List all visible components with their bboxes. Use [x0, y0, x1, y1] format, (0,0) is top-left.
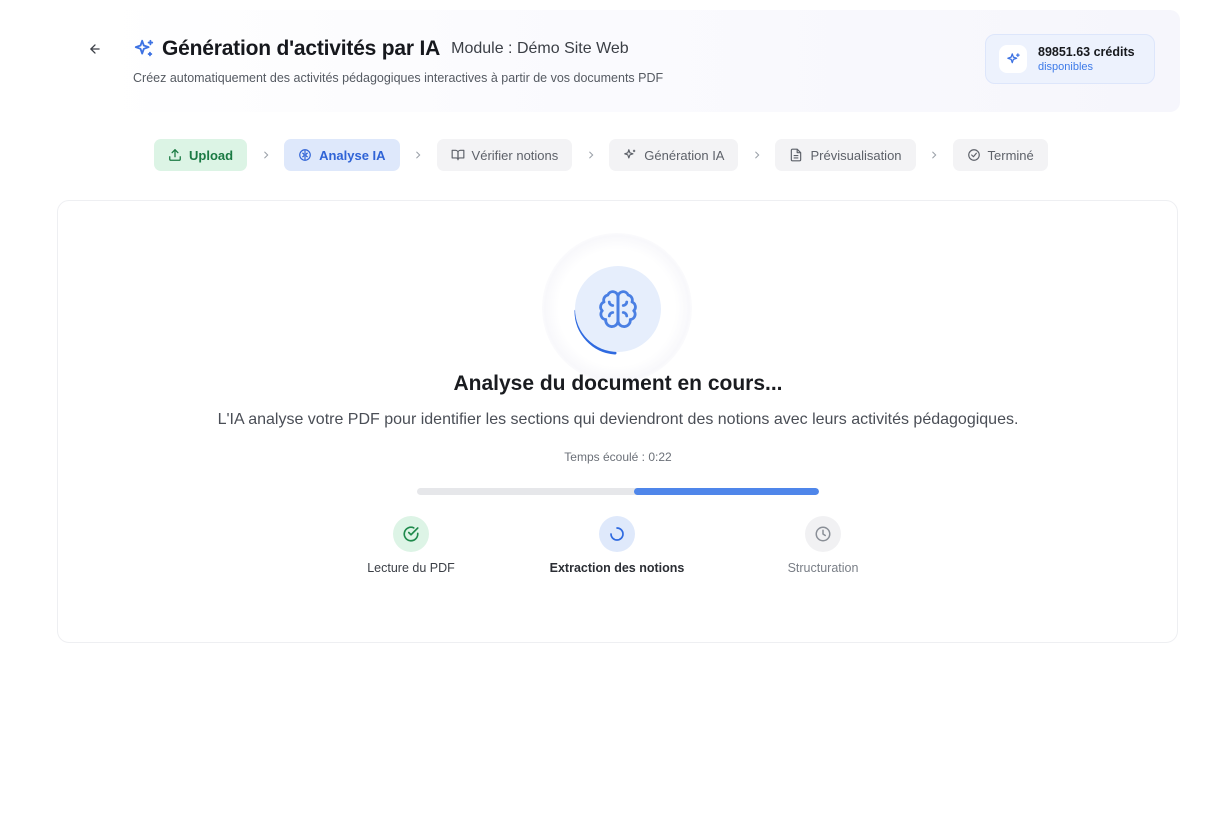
substep-extraction-notions: Extraction des notions	[527, 516, 707, 575]
loader-icon	[599, 516, 635, 552]
module-label: Module : Démo Site Web	[451, 40, 629, 57]
progress-bar-fill	[634, 488, 819, 495]
arrow-left-icon	[90, 44, 100, 54]
page-title: Génération d'activités par IA	[162, 37, 441, 60]
brain-badge	[575, 266, 661, 352]
title-row: Génération d'activités par IA Module : D…	[133, 34, 629, 64]
sparkles-icon	[133, 38, 155, 60]
analysis-heading: Analyse du document en cours...	[453, 372, 783, 395]
brain-icon	[599, 290, 637, 328]
step-label: Terminé	[987, 147, 1034, 163]
elapsed-time: Temps écoulé : 0:22	[564, 450, 672, 464]
substep-label: Extraction des notions	[549, 561, 685, 575]
clock-icon	[805, 516, 841, 552]
credits-label: disponibles	[1038, 61, 1094, 73]
step-label: Upload	[189, 147, 234, 163]
step-upload[interactable]: Upload	[154, 139, 248, 171]
analysis-description: L'IA analyse votre PDF pour identifier l…	[217, 411, 1019, 428]
back-button[interactable]	[84, 38, 106, 60]
upload-icon	[169, 149, 181, 161]
credits-amount: 89851.63 crédits	[1038, 45, 1135, 59]
step-termine[interactable]: Terminé	[952, 139, 1048, 171]
step-label: Analyse IA	[319, 147, 386, 163]
book-open-icon	[451, 149, 464, 161]
wizard-steps: Upload Analyse IA Vérifier notions Génér…	[154, 139, 1048, 171]
brain-icon	[299, 149, 311, 161]
substep-label: Structuration	[787, 561, 859, 575]
credits-badge: 89851.63 crédits disponibles	[985, 34, 1155, 84]
step-label: Prévisualisation	[810, 147, 902, 163]
substep-label: Lecture du PDF	[367, 561, 455, 575]
sparkles-icon	[999, 45, 1027, 73]
check-circle-icon	[967, 149, 980, 161]
substep-structuration: Structuration	[733, 516, 913, 575]
step-generation-ia[interactable]: Génération IA	[609, 139, 739, 171]
chevron-right-icon	[572, 150, 609, 160]
chevron-right-icon	[916, 150, 953, 160]
check-circle-icon	[393, 516, 429, 552]
file-text-icon	[791, 148, 802, 162]
step-label: Génération IA	[644, 147, 725, 163]
progress-bar	[417, 488, 819, 495]
step-verifier-notions[interactable]: Vérifier notions	[436, 139, 573, 171]
chevron-right-icon	[738, 150, 775, 160]
page-subtitle: Créez automatiquement des activités péda…	[133, 71, 664, 85]
step-previsualisation[interactable]: Prévisualisation	[775, 139, 916, 171]
step-label: Vérifier notions	[471, 147, 559, 163]
substep-lecture-pdf: Lecture du PDF	[321, 516, 501, 575]
chevron-right-icon	[247, 150, 284, 160]
sparkles-icon	[624, 149, 636, 159]
chevron-right-icon	[400, 150, 437, 160]
step-analyse-ia[interactable]: Analyse IA	[284, 139, 400, 171]
